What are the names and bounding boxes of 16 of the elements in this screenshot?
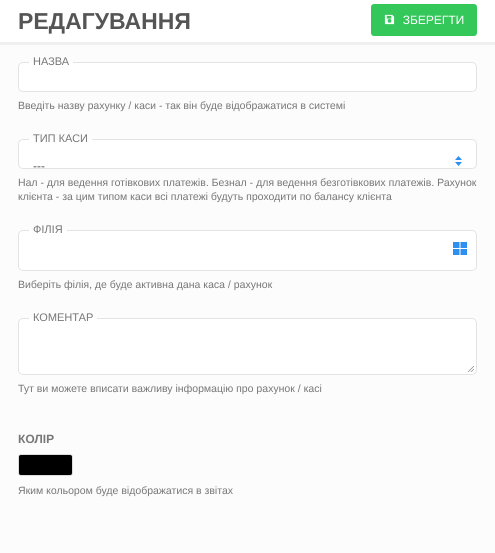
grid-icon	[453, 242, 467, 255]
color-swatch[interactable]	[18, 454, 73, 476]
page-title: РЕДАГУВАННЯ	[18, 6, 191, 36]
select-field[interactable]: ТИП КАСИ ---	[18, 133, 477, 169]
color-label: КОЛІР	[18, 431, 56, 448]
hint-text: Нал - для ведення готівкових платежів. Безнал - для ведення безготівкових платежів. Рахунок клієнта - за цим типом каси всі платежі будуть проходити по балансу клієнта	[18, 176, 477, 204]
resize-handle-icon[interactable]	[468, 366, 474, 372]
save-button[interactable]: ЗБЕРЕГТИ	[371, 4, 477, 36]
picker-field[interactable]: ФІЛІЯ	[18, 224, 477, 271]
hint-text: Тут ви можете вписати важливу інформацію про рахунок / касі	[18, 382, 323, 396]
comment-field[interactable]: КОМЕНТАР	[18, 312, 477, 375]
sort-arrows-icon	[455, 156, 462, 166]
text-field[interactable]: НАЗВА	[18, 56, 477, 92]
hint-text: Яким кольором буде відображатися в звітах	[18, 484, 234, 499]
hint-text: Введіть назву рахунку / каси - так він буде відображатися в системі	[18, 99, 346, 113]
hint-text: Виберіть філія, де буде активна дана каса / рахунок	[18, 278, 274, 292]
